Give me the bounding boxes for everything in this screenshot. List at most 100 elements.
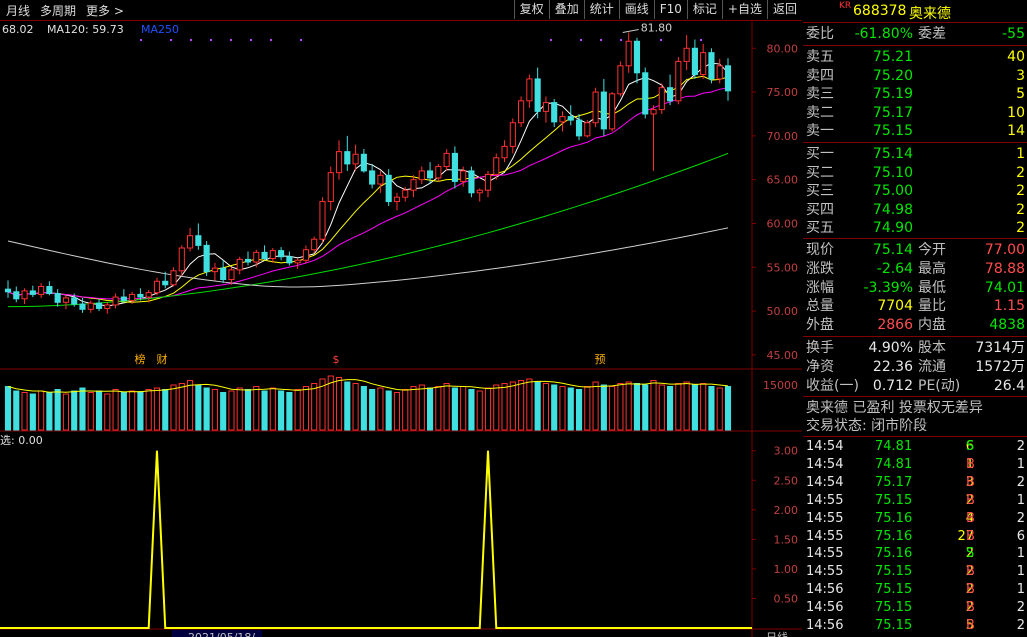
sell-order-3-v2: 10	[1007, 104, 1025, 121]
signal-dot	[140, 39, 142, 41]
candle-body	[700, 52, 707, 76]
candle-body	[211, 267, 218, 273]
candle-body	[625, 40, 632, 67]
buy-order-0-v: 75.14	[872, 146, 913, 162]
sell-order-1: 卖四 75.20 3	[803, 67, 1027, 85]
volume-bar	[13, 390, 20, 431]
event-marker-1: 财	[157, 352, 168, 366]
tick-direction: B	[966, 474, 975, 490]
volume-bar	[29, 393, 36, 431]
tick-direction: B	[966, 600, 975, 616]
toolbar-button-4[interactable]: F10	[653, 0, 687, 19]
sell-order-3-l: 卖二	[806, 104, 834, 121]
volume-bar	[609, 386, 616, 431]
volume-bar	[38, 390, 45, 431]
volume-bar	[575, 389, 583, 431]
signal-dot	[170, 39, 172, 41]
volume-bar	[244, 389, 252, 431]
quote-row-4-v2: 4838	[989, 317, 1025, 334]
volume-bar	[286, 392, 293, 431]
candle-body	[559, 116, 566, 123]
volume-bar	[302, 386, 309, 431]
volume-bar	[4, 386, 12, 431]
sell-order-0-v2: 40	[1007, 49, 1025, 65]
buy-order-4-v: 74.90	[872, 220, 913, 236]
kline-chart[interactable]: 80.00 75.00 70.00 65.00 60.00 55.00 50.00 45.00…	[0, 0, 802, 637]
toolbar-button-1[interactable]: 叠加	[548, 0, 584, 19]
period-selector: 月线 多周期 更多 >	[6, 2, 134, 19]
tick-direction: B	[966, 582, 975, 598]
buy-order-4: 买五 74.90 2	[803, 219, 1027, 237]
tick-time: 14:55	[806, 528, 844, 544]
toolbar-buttons: 复权 叠加 统计 画线 F10 标记 +自选 返回	[513, 0, 802, 20]
event-marker-0: 榜	[135, 352, 146, 366]
quote-row-4-v: 2866	[877, 317, 913, 334]
fund-row-2-l2: PE(动)	[918, 377, 961, 394]
period-item-1[interactable]: 多周期	[40, 4, 76, 18]
volume-bar	[691, 384, 698, 431]
volume-bar	[559, 386, 566, 431]
volume-bar	[633, 383, 641, 431]
tick-time: 14:54	[806, 439, 844, 454]
candle-body	[609, 93, 616, 130]
price-axis-label-2: 70.00	[767, 130, 799, 143]
sep-title	[803, 22, 1027, 23]
candle-body	[302, 249, 309, 261]
fund-row-1-l: 净资	[806, 358, 834, 375]
candle-body	[253, 251, 260, 263]
volume-bar	[352, 383, 359, 431]
candle-body	[468, 170, 475, 194]
quote-row-3-l: 总量	[806, 298, 834, 315]
tick-price: 75.15	[875, 582, 913, 598]
candle-body	[518, 100, 525, 124]
candle-body	[311, 238, 318, 251]
quote-row-4-l2: 内盘	[918, 317, 946, 334]
period-item-2[interactable]: 更多 >	[86, 4, 124, 18]
candle-body	[71, 297, 78, 305]
indicator-axis-label-2: 2.00	[774, 504, 799, 517]
price-axis-label-4: 60.00	[767, 217, 799, 230]
signal-dot	[270, 39, 272, 41]
toolbar-button-7[interactable]: 返回	[766, 0, 802, 19]
toolbar-button-3[interactable]: 画线	[618, 0, 654, 19]
candle-body	[567, 116, 574, 121]
volume-bar	[427, 387, 434, 431]
tick-direction: S	[966, 546, 975, 562]
candle-body	[286, 256, 293, 264]
toolbar-button-5[interactable]: 标记	[686, 0, 722, 19]
fund-row-0: 换手 4.90% 股本 7314万	[803, 339, 1027, 357]
volume-bar	[377, 387, 384, 431]
quote-row-4-l: 外盘	[806, 317, 834, 334]
volume-bar	[443, 383, 450, 431]
toolbar-button-2[interactable]: 统计	[583, 0, 619, 19]
volume-bar	[393, 392, 401, 431]
period-item-0[interactable]: 月线	[6, 4, 30, 18]
candle-body	[551, 102, 558, 123]
buy-order-1: 买二 75.10 2	[803, 164, 1027, 182]
candle-body	[675, 60, 682, 102]
event-marker-2: $	[333, 353, 340, 366]
tick-time: 14:56	[806, 600, 844, 616]
volume-bar	[344, 381, 351, 431]
tick-row: 14:56 75.15 2 B 1	[803, 581, 1027, 599]
toolbar-button-6[interactable]: +自选	[721, 0, 767, 19]
signal-dot	[250, 39, 252, 41]
info-line-text-0: 奥来德 已盈利 投票权无差异	[806, 400, 983, 416]
buy-order-0: 买一 75.14 1	[803, 145, 1027, 163]
candle-body	[228, 269, 235, 281]
volume-bar	[187, 380, 194, 431]
volume-bar	[435, 386, 442, 431]
quote-row-3-v: 7704	[877, 298, 913, 315]
tick-direction: B	[966, 528, 975, 544]
volume-bar	[584, 386, 591, 431]
candle-body	[137, 293, 144, 298]
tick-row: 14:56 75.15 2 B 2	[803, 599, 1027, 617]
tick-price: 75.16	[875, 528, 913, 544]
indicator-axis-label-1: 2.50	[774, 474, 799, 487]
sell-order-0-l: 卖五	[806, 49, 834, 65]
volume-bar	[253, 386, 260, 431]
candle-body	[509, 122, 516, 147]
toolbar-button-0[interactable]: 复权	[513, 0, 549, 19]
sell-order-0: 卖五 75.21 40	[803, 48, 1027, 66]
candle-body	[104, 304, 111, 309]
